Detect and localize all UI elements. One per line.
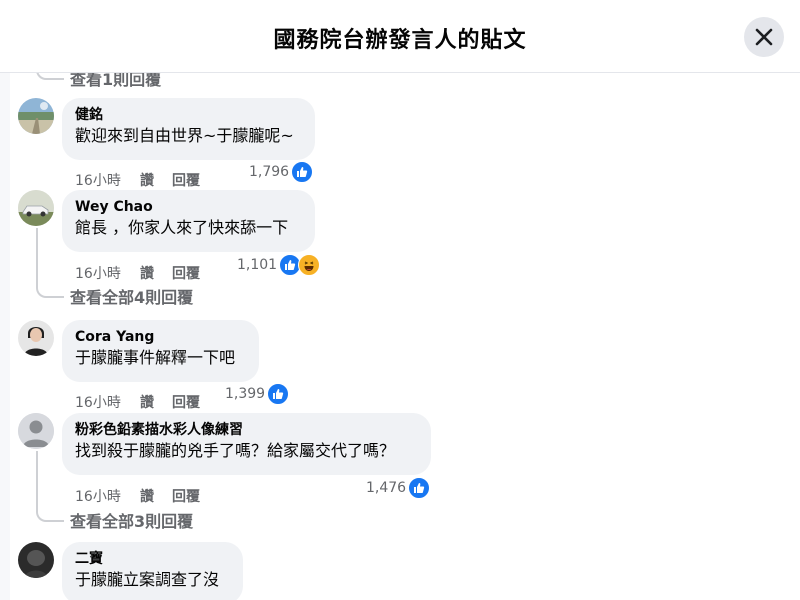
like-icon [267, 383, 290, 405]
comment-text: 找到殺于朦朧的兇手了嗎？給家屬交代了嗎？ [75, 441, 396, 460]
avatar[interactable] [18, 190, 54, 226]
thread-connector [36, 498, 64, 522]
comment-text: 歡迎來到自由世界~于朦朧呢~ [75, 126, 294, 145]
like-button[interactable]: 讚 [140, 263, 154, 283]
comment-author[interactable]: 二寶 [75, 549, 229, 569]
dark-avatar-icon [18, 542, 54, 578]
avatar[interactable] [18, 320, 54, 356]
comment-bubble: 粉彩色鉛素描水彩人像練習 找到殺于朦朧的兇手了嗎？給家屬交代了嗎？ [62, 413, 431, 475]
reaction-count: 1,101 [237, 257, 278, 273]
comment-author[interactable]: Wey Chao [75, 197, 301, 217]
comment-bubble: 二寶 于朦朧立案調查了沒 [62, 542, 243, 600]
like-button[interactable]: 讚 [140, 170, 154, 190]
avatar[interactable] [18, 413, 54, 449]
avatar[interactable] [18, 542, 54, 578]
reply-button[interactable]: 回覆 [172, 392, 200, 412]
comment-time[interactable]: 16小時 [75, 170, 121, 190]
comment-time[interactable]: 16小時 [75, 392, 121, 412]
view-replies-link[interactable]: 查看1則回覆 [70, 72, 161, 90]
comment-time[interactable]: 16小時 [75, 486, 121, 506]
reaction-summary[interactable]: 1,476 [366, 477, 431, 499]
like-button[interactable]: 讚 [140, 392, 154, 412]
reply-button[interactable]: 回覆 [172, 170, 200, 190]
like-icon [408, 477, 431, 499]
comment-text: 館長 ，你家人來了快來舔一下 [75, 218, 289, 237]
comment-time[interactable]: 16小時 [75, 263, 121, 283]
haha-icon [298, 254, 321, 276]
post-comments-dialog: 國務院台辦發言人的貼文 查看1則回覆 健銘 歡迎來到自由世界~于朦朧呢~ 16小… [0, 0, 800, 600]
comment-author[interactable]: Cora Yang [75, 327, 245, 347]
dialog-header: 國務院台辦發言人的貼文 [0, 0, 800, 73]
landscape-avatar-icon [18, 98, 54, 134]
comment-bubble: 健銘 歡迎來到自由世界~于朦朧呢~ [62, 98, 315, 160]
close-button[interactable] [744, 17, 784, 57]
car-avatar-icon [18, 190, 54, 226]
portrait-avatar-icon [18, 320, 54, 356]
comment-list: 查看1則回覆 健銘 歡迎來到自由世界~于朦朧呢~ 16小時 讚 回覆 1,796… [0, 72, 800, 600]
like-icon [291, 161, 314, 183]
thread-connector [36, 274, 64, 298]
thread-connector [36, 72, 64, 80]
comment-bubble: Cora Yang 于朦朧事件解釋一下吧 [62, 320, 259, 382]
default-profile-icon [18, 413, 54, 449]
reaction-summary[interactable]: 1,101 [237, 254, 321, 276]
close-icon [755, 28, 773, 46]
comment-text: 于朦朧立案調查了沒 [75, 570, 220, 589]
reply-button[interactable]: 回覆 [172, 263, 200, 283]
like-button[interactable]: 讚 [140, 486, 154, 506]
comment-author[interactable]: 健銘 [75, 105, 301, 125]
view-all-replies-link[interactable]: 查看全部4則回覆 [70, 284, 193, 308]
view-all-replies-link[interactable]: 查看全部3則回覆 [70, 508, 193, 532]
background-page-edge [0, 72, 10, 600]
reply-button[interactable]: 回覆 [172, 486, 200, 506]
page-title: 國務院台辦發言人的貼文 [273, 28, 527, 53]
comment-bubble: Wey Chao 館長 ，你家人來了快來舔一下 [62, 190, 315, 252]
reaction-count: 1,796 [249, 164, 290, 180]
reaction-count: 1,399 [225, 386, 266, 402]
comment-text: 于朦朧事件解釋一下吧 [75, 348, 236, 367]
comment-author[interactable]: 粉彩色鉛素描水彩人像練習 [75, 420, 417, 440]
avatar[interactable] [18, 98, 54, 134]
reaction-summary[interactable]: 1,796 [249, 161, 314, 183]
reaction-summary[interactable]: 1,399 [225, 383, 290, 405]
reaction-count: 1,476 [366, 480, 407, 496]
